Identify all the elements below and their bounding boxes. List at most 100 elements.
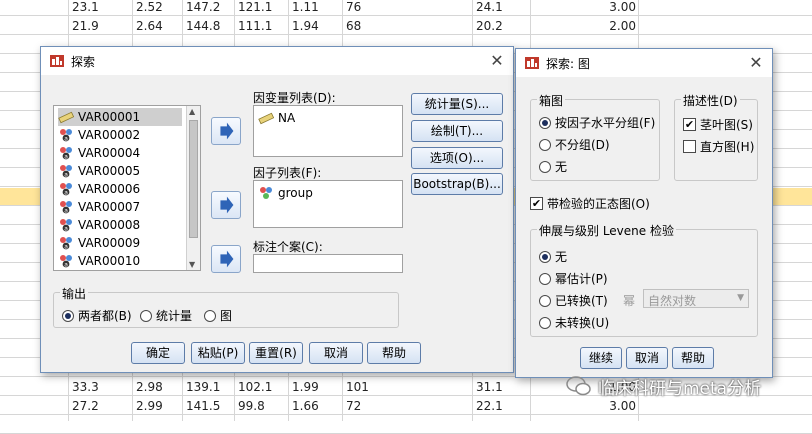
boxplot-by-factor-radio[interactable]: 按因子水平分组(F): [539, 114, 655, 131]
output-both-label: 两者都(B): [78, 309, 132, 323]
output-plots-radio[interactable]: 图: [204, 307, 232, 324]
sheet-cell[interactable]: 3.00: [560, 0, 636, 15]
reset-button[interactable]: 重置(R): [249, 342, 303, 364]
sheet-cell[interactable]: 111.1: [238, 18, 283, 34]
plots-title: 探索: 图: [546, 57, 590, 71]
variable-list-item[interactable]: a VAR00006: [58, 180, 182, 198]
paste-button[interactable]: 粘贴(P): [191, 342, 245, 364]
variable-list-item[interactable]: a VAR00005: [58, 162, 182, 180]
sheet-cell[interactable]: 141.5: [186, 398, 231, 414]
sheet-cell[interactable]: [238, 417, 283, 433]
sheet-cell[interactable]: 144.8: [186, 18, 231, 34]
scroll-up-icon[interactable]: ▲: [189, 107, 195, 116]
sheet-cell[interactable]: 99.8: [238, 398, 283, 414]
histogram-checkbox[interactable]: 直方图(H): [683, 138, 754, 155]
sheet-cell[interactable]: 1.99: [292, 379, 337, 395]
sheet-cell[interactable]: 1.66: [292, 398, 337, 414]
sheet-row[interactable]: 23.1 2.52 147.2 121.1 1.11 76 24.1 3.00: [0, 0, 812, 16]
sheet-cell[interactable]: [72, 417, 127, 433]
variable-list-item[interactable]: a VAR00010: [58, 252, 182, 270]
label-cases-field[interactable]: [253, 254, 403, 273]
sheet-cell[interactable]: [346, 417, 386, 433]
sheet-cell[interactable]: 3.00: [560, 398, 636, 414]
sheet-cell[interactable]: 1.94: [292, 18, 337, 34]
variable-list-item[interactable]: a VAR00007: [58, 198, 182, 216]
power-select[interactable]: 自然对数 ▼: [643, 289, 749, 308]
sheet-cell[interactable]: 1.11: [292, 0, 337, 15]
variable-list-item[interactable]: a VAR00002: [58, 126, 182, 144]
output-both-radio[interactable]: 两者都(B): [62, 307, 132, 324]
move-to-factor-button[interactable]: [211, 191, 241, 219]
sheet-cell[interactable]: 2.98: [136, 379, 176, 395]
sheet-cell[interactable]: 31.1: [476, 379, 526, 395]
variable-list-item[interactable]: a VAR00009: [58, 234, 182, 252]
stem-leaf-checkbox[interactable]: ✔ 茎叶图(S): [683, 116, 753, 133]
bootstrap-button[interactable]: Bootstrap(B)...: [411, 173, 503, 195]
sheet-row[interactable]: 27.2 2.99 141.5 99.8 1.66 72 22.1 3.00: [0, 397, 812, 415]
sheet-cell[interactable]: [292, 417, 337, 433]
help-button[interactable]: 帮助: [367, 342, 421, 364]
sheet-cell[interactable]: [136, 417, 176, 433]
output-statistics-radio[interactable]: 统计量: [140, 307, 192, 324]
dependent-list[interactable]: NA: [253, 105, 403, 157]
sheet-cell[interactable]: 22.1: [476, 398, 526, 414]
continue-button[interactable]: 继续: [580, 347, 622, 369]
plots-help-button[interactable]: 帮助: [672, 347, 714, 369]
sheet-cell[interactable]: 24.1: [476, 0, 526, 15]
scroll-thumb[interactable]: [189, 120, 198, 238]
sheet-row[interactable]: [0, 416, 812, 434]
sheet-cell[interactable]: 33.3: [72, 379, 127, 395]
sheet-cell[interactable]: 121.1: [238, 0, 283, 15]
sheet-cell[interactable]: 27.2: [72, 398, 127, 414]
sheet-cell[interactable]: 68: [346, 18, 386, 34]
levene-none-radio[interactable]: 无: [539, 248, 567, 265]
move-to-dependent-button[interactable]: [211, 117, 241, 145]
levene-untransformed-radio[interactable]: 未转换(U): [539, 314, 609, 331]
sheet-cell[interactable]: 20.2: [476, 18, 526, 34]
factor-list[interactable]: group: [253, 180, 403, 228]
variable-list-item[interactable]: a VAR00004: [58, 144, 182, 162]
sheet-cell[interactable]: 102.1: [238, 379, 283, 395]
variable-list-item[interactable]: VAR00001: [58, 108, 182, 126]
variable-list-item[interactable]: a VAR00008: [58, 216, 182, 234]
boxplot-none-radio[interactable]: 无: [539, 158, 567, 175]
normality-plots-checkbox[interactable]: ✔ 带检验的正态图(O): [530, 195, 650, 212]
factor-item[interactable]: group: [258, 184, 313, 202]
scroll-down-icon[interactable]: ▼: [189, 260, 195, 269]
sheet-cell[interactable]: 101: [346, 379, 386, 395]
sheet-cell[interactable]: [476, 417, 526, 433]
close-icon[interactable]: ✕: [487, 51, 507, 71]
options-button[interactable]: 选项(O)...: [411, 147, 503, 169]
sheet-cell[interactable]: 2.00: [560, 18, 636, 34]
sheet-cell[interactable]: 23.1: [72, 0, 127, 15]
sheet-cell[interactable]: 147.2: [186, 0, 231, 15]
move-to-label-cases-button[interactable]: [211, 245, 241, 273]
cancel-button[interactable]: 取消: [309, 342, 363, 364]
plots-button[interactable]: 绘制(T)...: [411, 120, 503, 142]
sheet-cell[interactable]: [560, 417, 636, 433]
boxplot-none-label: 无: [555, 160, 568, 174]
statistics-button[interactable]: 统计量(S)...: [411, 93, 503, 115]
sheet-cell[interactable]: [186, 417, 231, 433]
close-icon[interactable]: ✕: [746, 53, 766, 73]
boxplot-together-radio[interactable]: 不分组(D): [539, 136, 610, 153]
levene-transformed-radio[interactable]: 已转换(T): [539, 292, 608, 309]
ok-button[interactable]: 确定: [131, 342, 185, 364]
source-variable-list[interactable]: VAR00001 a VAR00002 a VAR00004 a VAR00005 a VAR0…: [53, 105, 201, 271]
sheet-cell[interactable]: 2.64: [136, 18, 176, 34]
sheet-row[interactable]: 21.9 2.64 144.8 111.1 1.94 68 20.2 2.00: [0, 17, 812, 35]
sheet-cell[interactable]: 2.52: [136, 0, 176, 15]
dependent-item[interactable]: NA: [258, 109, 295, 127]
explore-dialog: 探索 ✕ VAR00001 a VAR00002 a VAR00004 a VAR00005…: [40, 46, 514, 373]
sheet-cell[interactable]: 76: [346, 0, 386, 15]
list-scrollbar[interactable]: ▲ ▼: [186, 106, 200, 270]
explore-titlebar[interactable]: 探索 ✕: [41, 47, 513, 75]
sheet-cell[interactable]: 139.1: [186, 379, 231, 395]
sheet-cell[interactable]: 2.99: [136, 398, 176, 414]
plots-cancel-button[interactable]: 取消: [626, 347, 668, 369]
sheet-cell[interactable]: 21.9: [72, 18, 127, 34]
plots-titlebar[interactable]: 探索: 图 ✕: [516, 49, 772, 77]
levene-power-estimation-radio[interactable]: 幂估计(P): [539, 270, 608, 287]
sheet-cell[interactable]: 72: [346, 398, 386, 414]
explore-title: 探索: [71, 55, 96, 69]
